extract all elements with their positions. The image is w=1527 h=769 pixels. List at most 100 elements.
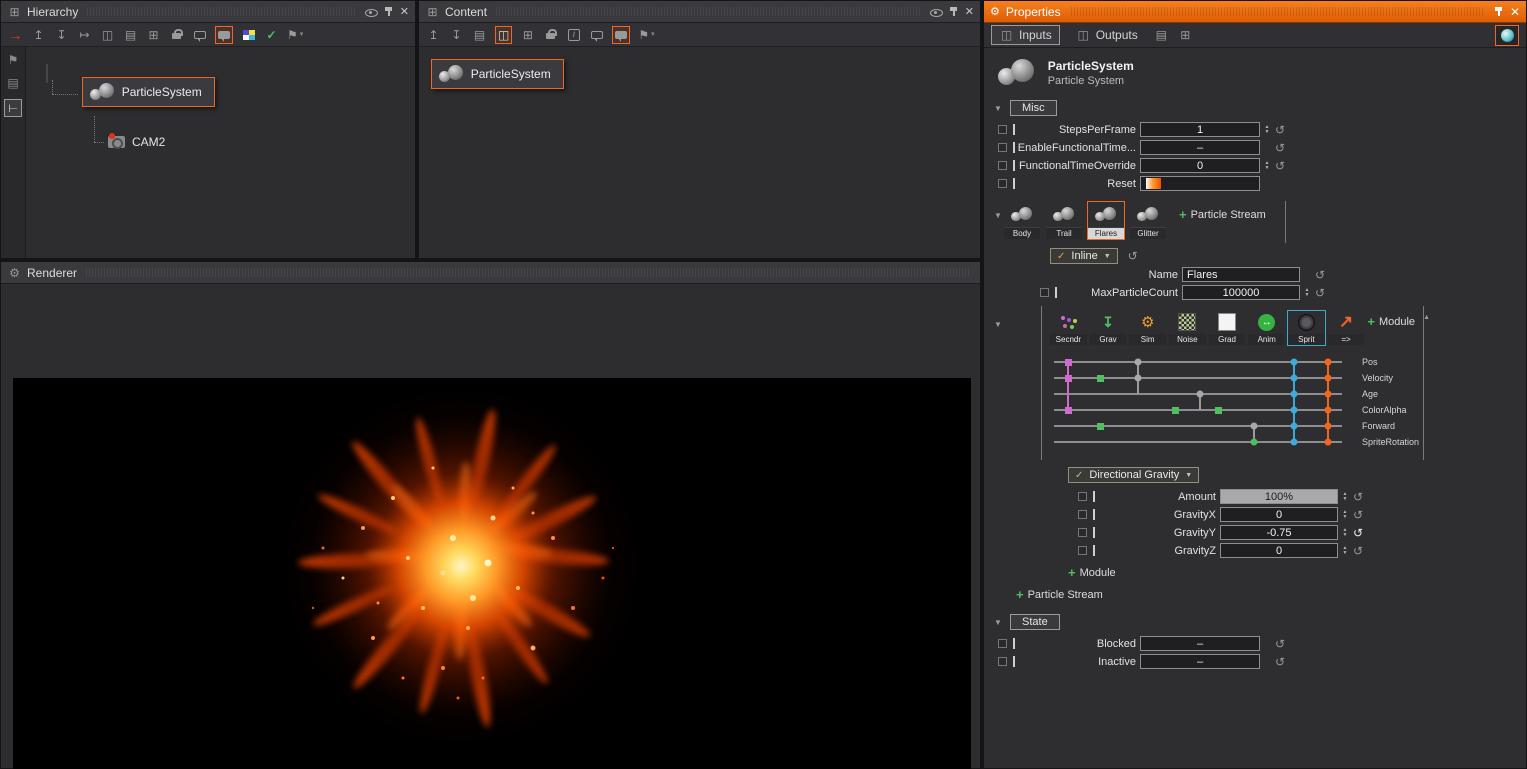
properties-titlebar[interactable]: ⚙ Properties ✕ (984, 1, 1526, 23)
comment-filled-icon[interactable] (215, 26, 233, 44)
animate-checkbox[interactable] (998, 143, 1007, 152)
stream-tab-trail[interactable]: Trail (1045, 201, 1083, 240)
close-icon[interactable]: ✕ (965, 5, 974, 18)
reset-icon[interactable]: ↺ (1275, 124, 1285, 136)
reset-icon[interactable]: ↺ (1353, 545, 1363, 557)
module-gravity[interactable]: ↧ Grav (1090, 311, 1127, 345)
stream-tab-flares[interactable]: Flares (1087, 201, 1125, 240)
dock-toggle-button[interactable]: ⊢ (4, 99, 22, 117)
stepper-icon[interactable]: ▲▼ (1303, 288, 1311, 298)
split-view-icon[interactable]: ◫ (100, 26, 115, 44)
name-input[interactable]: Flares (1182, 267, 1300, 282)
stepper-icon[interactable]: ▲▼ (1341, 492, 1349, 502)
validate-check-icon[interactable]: ✓ (264, 26, 279, 44)
reset-icon[interactable]: ↺ (1128, 250, 1138, 262)
scene-root-icon[interactable] (46, 65, 48, 83)
stepper-icon[interactable]: ▲▼ (1341, 528, 1349, 538)
tree-view-icon[interactable]: ⊞ (146, 26, 161, 44)
info-icon[interactable]: i (566, 26, 581, 44)
gravityx-input[interactable]: 0 (1220, 507, 1338, 522)
section-misc-label[interactable]: Misc (1010, 100, 1057, 116)
pin-icon[interactable] (384, 6, 393, 17)
animate-checkbox[interactable] (998, 161, 1007, 170)
collapse-triangle-icon[interactable]: ▼ (993, 320, 1003, 460)
reset-icon[interactable]: ↺ (1315, 269, 1325, 281)
comment-icon[interactable] (589, 26, 604, 44)
collapse-up-icon[interactable]: ▲ (1423, 314, 1430, 321)
stepper-icon[interactable]: ▲▼ (1341, 546, 1349, 556)
close-icon[interactable]: ✕ (1510, 5, 1520, 19)
module-noise[interactable]: Noise (1169, 311, 1206, 345)
close-icon[interactable]: ✕ (400, 5, 409, 18)
module-secondary[interactable]: Secndr (1050, 311, 1087, 345)
animate-checkbox[interactable] (1078, 510, 1087, 519)
pin-props-icon[interactable]: ▤ (1154, 26, 1169, 44)
tree-node-cam2[interactable]: CAM2 (108, 135, 165, 149)
animate-checkbox[interactable] (1078, 528, 1087, 537)
pin-icon[interactable] (1494, 6, 1503, 17)
module-graph[interactable] (1050, 352, 1350, 452)
layers-icon[interactable]: ▤ (7, 76, 18, 90)
add-module-button-bottom[interactable]: + Module (1068, 565, 1116, 580)
stepsperframe-input[interactable]: 1 (1140, 122, 1260, 137)
reset-trigger-button[interactable] (1140, 176, 1260, 191)
tab-inputs[interactable]: ◫ Inputs (991, 25, 1060, 45)
export-icon[interactable]: ↧ (449, 26, 464, 44)
reset-icon[interactable]: ↺ (1353, 491, 1363, 503)
animate-checkbox[interactable] (1078, 546, 1087, 555)
stepper-icon[interactable]: ▲▼ (1263, 161, 1271, 171)
grid-view-icon[interactable]: ⊞ (520, 26, 535, 44)
stream-tab-glitter[interactable]: Glitter (1129, 201, 1167, 240)
detail-view-icon[interactable]: ◫ (495, 26, 512, 44)
module-gradient[interactable]: Grad (1209, 311, 1246, 345)
content-titlebar[interactable]: ⊞ Content ✕ (419, 1, 980, 23)
add-particle-stream-button-bottom[interactable]: + Particle Stream (1016, 587, 1103, 602)
reset-icon[interactable]: ↺ (1275, 638, 1285, 650)
module-forward[interactable]: ↗ => (1328, 311, 1365, 345)
animate-checkbox[interactable] (1078, 492, 1087, 501)
comment-filled-icon[interactable] (612, 26, 630, 44)
animate-checkbox[interactable] (1040, 288, 1049, 297)
reset-icon[interactable]: ↺ (1275, 142, 1285, 154)
render-viewport[interactable] (13, 378, 971, 769)
tab-outputs[interactable]: ◫ Outputs (1069, 26, 1145, 44)
color-palette-icon[interactable] (241, 26, 256, 44)
module-animation[interactable]: ↔ Anim (1248, 311, 1285, 345)
comment-icon[interactable] (192, 26, 207, 44)
animate-checkbox[interactable] (998, 657, 1007, 666)
section-state-label[interactable]: State (1010, 614, 1060, 630)
export-icon[interactable]: ↧ (54, 26, 69, 44)
reset-icon[interactable]: ↺ (1315, 287, 1325, 299)
directional-gravity-dropdown[interactable]: ✓ Directional Gravity ▼ (1068, 467, 1199, 483)
layout-icon[interactable]: ▤ (123, 26, 138, 44)
module-simulation[interactable]: ⚙ Sim (1129, 311, 1166, 345)
flag-icon[interactable]: ⚑▾ (287, 26, 303, 44)
reset-icon[interactable]: ↺ (1353, 509, 1363, 521)
collapse-triangle-icon[interactable]: ▼ (993, 618, 1003, 627)
amount-slider[interactable]: 100% (1220, 489, 1338, 504)
collapse-triangle-icon[interactable]: ▼ (993, 104, 1003, 113)
animate-checkbox[interactable] (998, 125, 1007, 134)
import-icon[interactable]: ↥ (426, 26, 441, 44)
eye-icon[interactable] (930, 6, 942, 17)
hierarchy-titlebar[interactable]: ⊞ Hierarchy ✕ (1, 1, 415, 23)
enablefunctionaltime-input[interactable]: – (1140, 140, 1260, 155)
tree-node-particlesystem[interactable]: ParticleSystem (82, 77, 215, 107)
flag-icon[interactable]: ⚑▾ (638, 26, 654, 44)
inline-dropdown[interactable]: ✓ Inline ▼ (1050, 248, 1118, 264)
add-module-button[interactable]: + Module (1367, 314, 1415, 329)
jump-arrow-icon[interactable]: → (8, 26, 23, 44)
collapse-triangle-icon[interactable]: ▼ (993, 211, 1003, 220)
animate-checkbox[interactable] (998, 179, 1007, 188)
layout-props-icon[interactable]: ⊞ (1178, 26, 1193, 44)
import-icon[interactable]: ↥ (31, 26, 46, 44)
stepper-icon[interactable]: ▲▼ (1263, 125, 1271, 135)
reset-icon[interactable]: ↺ (1275, 656, 1285, 668)
animation-mode-button[interactable] (1495, 25, 1519, 46)
pin-icon[interactable] (949, 6, 958, 17)
reset-icon[interactable]: ↺ (1353, 527, 1363, 539)
maxparticlecount-input[interactable]: 100000 (1182, 285, 1300, 300)
functionaltimeoverride-input[interactable]: 0 (1140, 158, 1260, 173)
module-sprite[interactable]: Sprit (1288, 311, 1325, 345)
eye-icon[interactable] (365, 6, 377, 17)
